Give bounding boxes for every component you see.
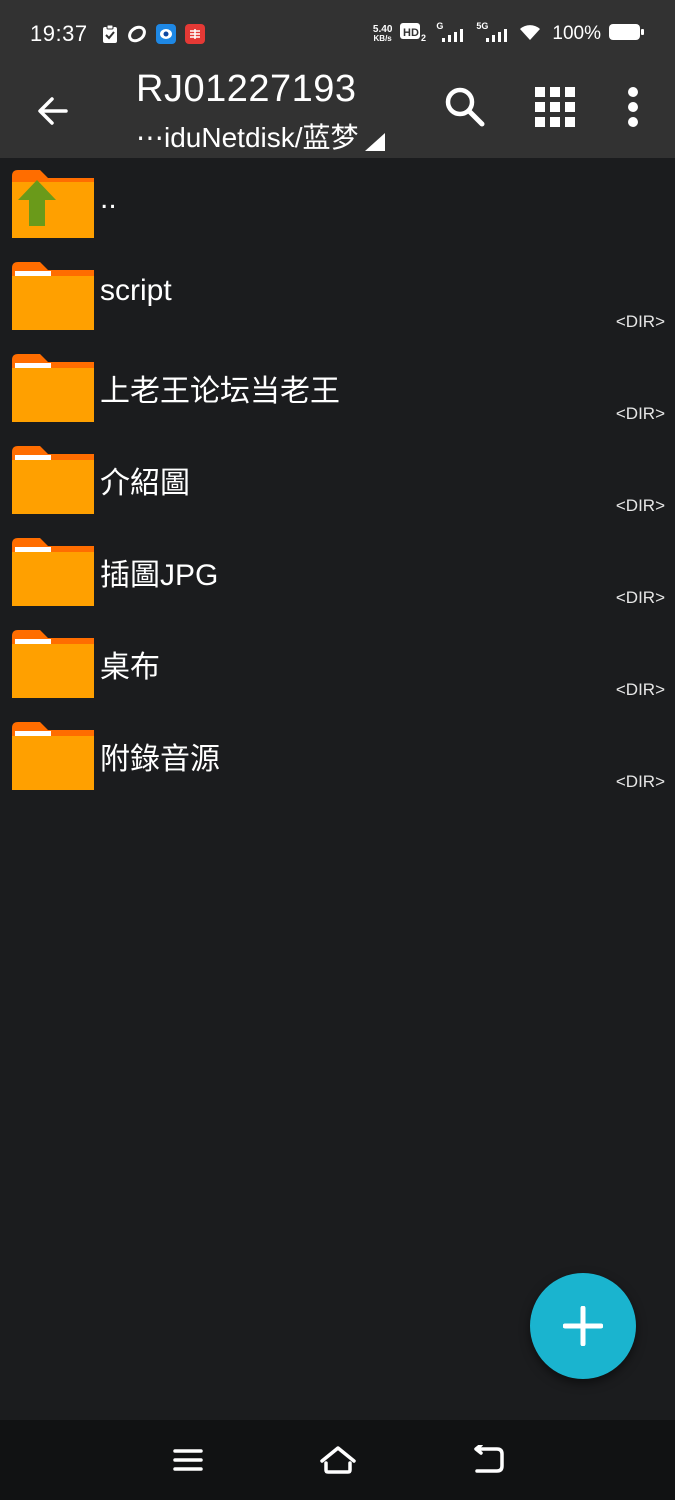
signal-5g-icon: 5G — [476, 21, 510, 45]
dropdown-triangle-icon — [364, 133, 385, 151]
file-row[interactable]: 附錄音源 <DIR> — [0, 710, 675, 802]
net-speed-unit: KB/s — [373, 34, 392, 43]
search-icon — [445, 87, 485, 127]
file-type-label: <DIR> — [615, 404, 665, 423]
file-type-label: <DIR> — [615, 312, 665, 331]
path-dropdown[interactable]: ⋯iduNetdisk/蓝梦 — [136, 116, 385, 156]
messenger-app-icon — [155, 24, 176, 44]
path-label: ⋯iduNetdisk/蓝梦 — [136, 122, 359, 153]
status-bar: 19:37 5.40 KB/s HD 2 G 5G 100% — [0, 0, 675, 68]
file-type-label: <DIR> — [615, 680, 665, 699]
battery-percent: 100% — [552, 23, 601, 44]
return-icon — [474, 1445, 504, 1473]
clipboard-check-icon — [102, 24, 118, 44]
signal-5g-label: 5G — [476, 21, 489, 31]
folder-icon — [12, 446, 94, 514]
home-icon — [320, 1446, 356, 1474]
menu-icon — [173, 1449, 203, 1471]
search-button[interactable] — [440, 82, 490, 132]
plus-icon — [563, 1306, 603, 1346]
file-type-label: <DIR> — [615, 772, 665, 791]
more-vert-icon — [628, 87, 638, 127]
network-speed: 5.40 KB/s — [372, 24, 393, 44]
folder-icon — [12, 354, 94, 422]
home-button[interactable] — [316, 1438, 360, 1482]
file-row[interactable]: 介紹圖 <DIR> — [0, 434, 675, 526]
svg-text:2: 2 — [421, 33, 426, 43]
file-name: 介紹圖 — [100, 467, 190, 500]
hd-icon: HD 2 — [400, 21, 428, 48]
app-bar: RJ01227193 ⋯iduNetdisk/蓝梦 — [0, 68, 675, 158]
file-name: 附錄音源 — [100, 743, 220, 776]
file-type-label: <DIR> — [615, 496, 665, 515]
file-type-label: <DIR> — [615, 588, 665, 607]
status-time: 19:37 — [30, 21, 88, 46]
swirl-app-icon — [127, 24, 147, 44]
folder-up-icon — [12, 170, 94, 238]
signal-g-icon: G — [436, 21, 468, 45]
file-row[interactable]: script <DIR> — [0, 250, 675, 342]
file-name: script — [100, 274, 172, 307]
back-button[interactable] — [28, 86, 78, 136]
wifi-icon — [518, 22, 542, 47]
file-name: 上老王论坛当老王 — [100, 375, 340, 408]
recents-button[interactable] — [166, 1438, 210, 1482]
folder-icon — [12, 262, 94, 330]
file-row[interactable]: 上老王论坛当老王 <DIR> — [0, 342, 675, 434]
file-row[interactable]: 插圖JPG <DIR> — [0, 526, 675, 618]
system-nav-bar — [0, 1420, 675, 1500]
folder-icon — [12, 538, 94, 606]
parent-directory-row[interactable]: .. — [0, 158, 675, 250]
svg-text:HD: HD — [403, 27, 419, 39]
grid-view-button[interactable] — [530, 82, 580, 132]
net-speed-value: 5.40 — [372, 24, 393, 35]
notification-icons — [102, 24, 205, 44]
file-list: .. script <DIR> 上老王论坛当老王 <DIR> 介紹圖 <DIR>… — [0, 158, 675, 798]
page-title: RJ01227193 — [136, 68, 357, 110]
folder-icon — [12, 630, 94, 698]
file-name: 桌布 — [100, 651, 160, 684]
back-nav-button[interactable] — [466, 1438, 510, 1482]
arrow-left-icon — [38, 97, 68, 125]
file-name: 插圖JPG — [100, 559, 219, 592]
status-right: 5.40 KB/s HD 2 G 5G 100% — [373, 21, 645, 48]
screen: 19:37 5.40 KB/s HD 2 G 5G 100% RJ0122719… — [0, 0, 675, 1500]
file-row[interactable]: 桌布 <DIR> — [0, 618, 675, 710]
add-button[interactable] — [530, 1273, 636, 1379]
file-name: .. — [100, 182, 117, 215]
battery-icon — [609, 22, 645, 47]
grid-icon — [535, 87, 575, 127]
folder-icon — [12, 722, 94, 790]
more-options-button[interactable] — [610, 82, 656, 132]
signal-g-label: G — [436, 21, 444, 31]
red-app-icon — [184, 24, 205, 44]
